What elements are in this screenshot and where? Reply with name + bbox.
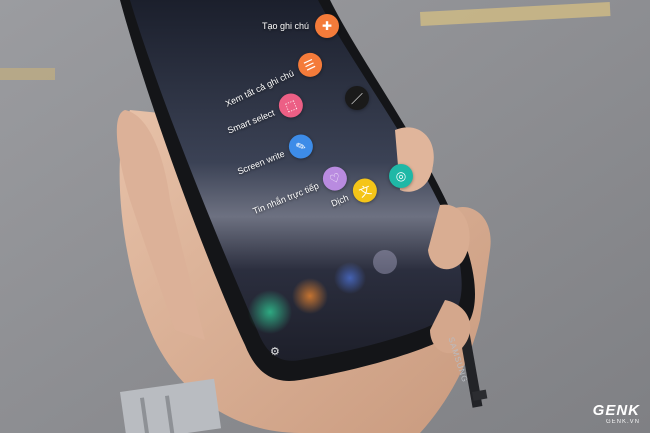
- watermark: GENK GENK.VN: [593, 402, 640, 425]
- air-command-item-label: Dịch: [329, 192, 351, 209]
- air-command-item-label: Tạo ghi chú: [262, 21, 310, 31]
- watermark-logo: GENK: [592, 402, 640, 419]
- gear-icon[interactable]: ⚙: [270, 345, 280, 358]
- watermark-site: GENK.VN: [605, 419, 640, 425]
- photo-scene: SAMSUNG: [0, 0, 650, 433]
- bixby-vision-icon[interactable]: ◎: [389, 164, 413, 188]
- air-command-item-create-note[interactable]: Tạo ghi chú ✚: [262, 14, 340, 38]
- background-photo: [0, 0, 650, 433]
- pen-icon[interactable]: ／: [345, 86, 369, 110]
- note-plus-icon: ✚: [315, 14, 340, 38]
